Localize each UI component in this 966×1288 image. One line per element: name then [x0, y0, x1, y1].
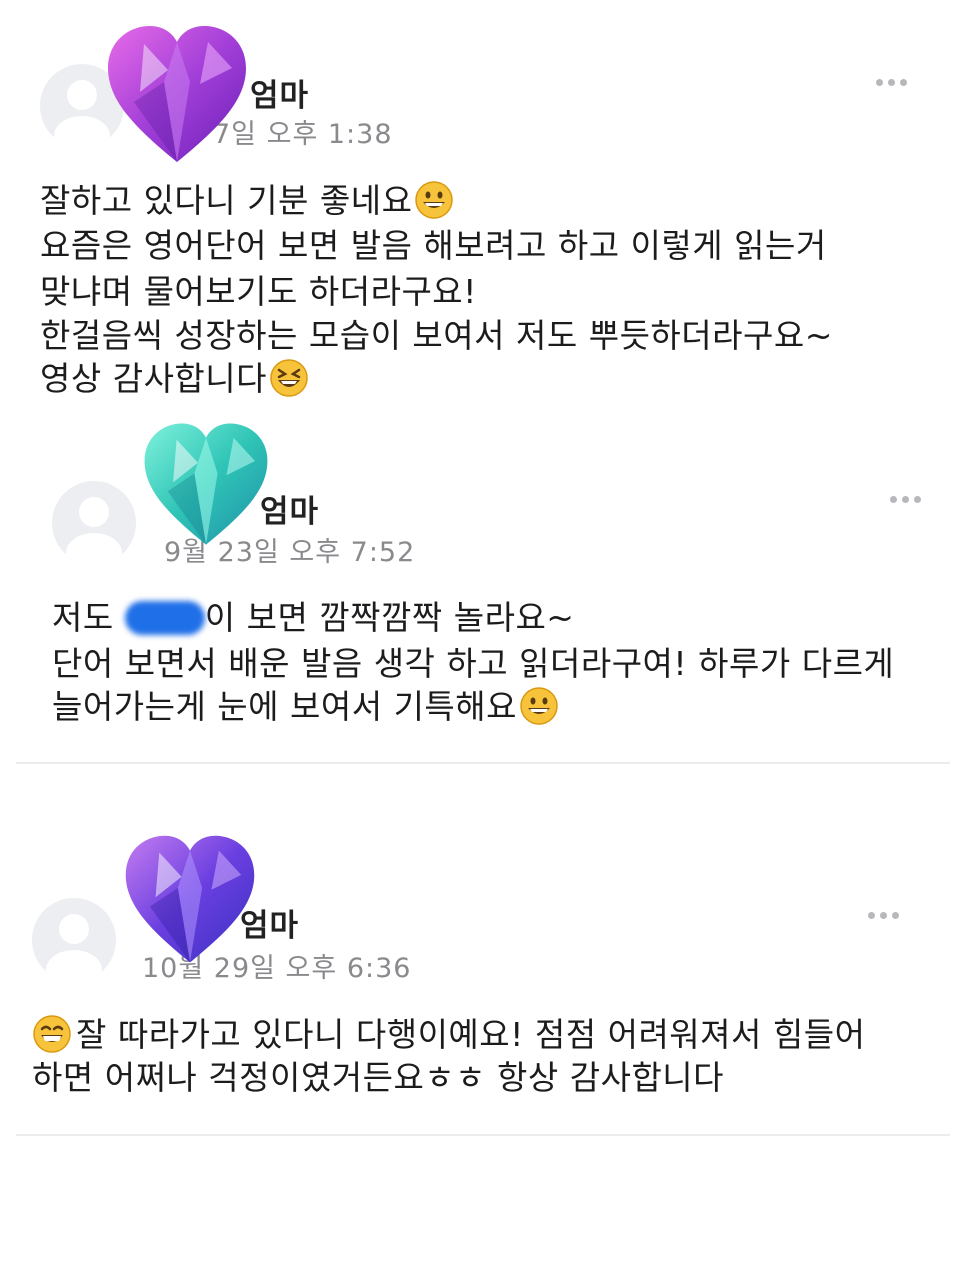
- comment-text-line: 맞냐며 물어보기도 하더라구요!: [40, 272, 477, 311]
- beaming-face-icon: [33, 1015, 71, 1053]
- comment-text: 늘어가는게 눈에 보여서 기특해요: [52, 687, 518, 726]
- laughing-face-icon: [270, 359, 308, 397]
- comment-text: 저도: [52, 598, 114, 637]
- comment-text: 잘하고 있다니 기분 좋네요: [40, 181, 413, 220]
- heart-sticker-icon: [108, 26, 246, 162]
- comment-text-line: 저도 이 보면 깜짝깜짝 놀라요~: [52, 598, 574, 638]
- comment-text: 영상 감사합니다: [40, 359, 268, 398]
- grinning-face-icon: [415, 181, 454, 219]
- author-name[interactable]: 엄마: [250, 70, 309, 115]
- comment-text-line: 늘어가는게 눈에 보여서 기특해요: [52, 686, 559, 727]
- more-options-button[interactable]: [890, 496, 921, 503]
- comment-item: 엄마 10월 29일 오후 6:36 잘 따라가고 있다니 다행이예요! 점점 …: [0, 820, 966, 1140]
- comment-text-line: 단어 보면서 배운 발음 생각 하고 읽더라구여! 하루가 다르게: [52, 644, 895, 683]
- comment-text-line: 요즘은 영어단어 보면 발음 해보려고 하고 이렇게 읽는거: [40, 226, 827, 265]
- heart-sticker-icon: [144, 423, 268, 545]
- comment-text: 이 보면 깜짝깜짝 놀라요~: [204, 598, 575, 637]
- more-dots-icon: [890, 496, 897, 503]
- avatar[interactable]: [32, 898, 116, 982]
- divider: [16, 1134, 950, 1136]
- comment-text-line: 잘하고 있다니 기분 좋네요: [40, 180, 454, 221]
- redacted-name: [124, 601, 205, 635]
- avatar[interactable]: [52, 481, 136, 565]
- more-dots-icon: [868, 912, 875, 919]
- more-options-button[interactable]: [868, 912, 899, 919]
- comment-item: 엄마 7일 오후 1:38 잘하고 있다니 기분 좋네요 요즘은 영어단어 보면…: [0, 0, 966, 420]
- divider: [16, 762, 950, 764]
- comment-item: 엄마 9월 23일 오후 7:52 저도 이 보면 깜짝깜짝 놀라요~ 단어 보…: [0, 420, 966, 765]
- grinning-face-icon: [520, 687, 558, 725]
- more-options-button[interactable]: [876, 79, 907, 86]
- comment-text-line: 하면 어쩌나 걱정이였거든요ㅎㅎ 항상 감사합니다: [32, 1058, 725, 1097]
- comment-text-line: 한걸음씩 성장하는 모습이 보여서 저도 뿌듯하더라구요~: [40, 316, 833, 355]
- comment-text: 잘 따라가고 있다니 다행이예요! 점점 어려워져서 힘들어: [76, 1015, 866, 1054]
- heart-sticker-icon: [125, 835, 255, 963]
- more-dots-icon: [876, 79, 883, 86]
- comment-text-line: 영상 감사합니다: [40, 358, 309, 399]
- comment-text-line: 잘 따라가고 있다니 다행이예요! 점점 어려워져서 힘들어: [32, 1014, 865, 1055]
